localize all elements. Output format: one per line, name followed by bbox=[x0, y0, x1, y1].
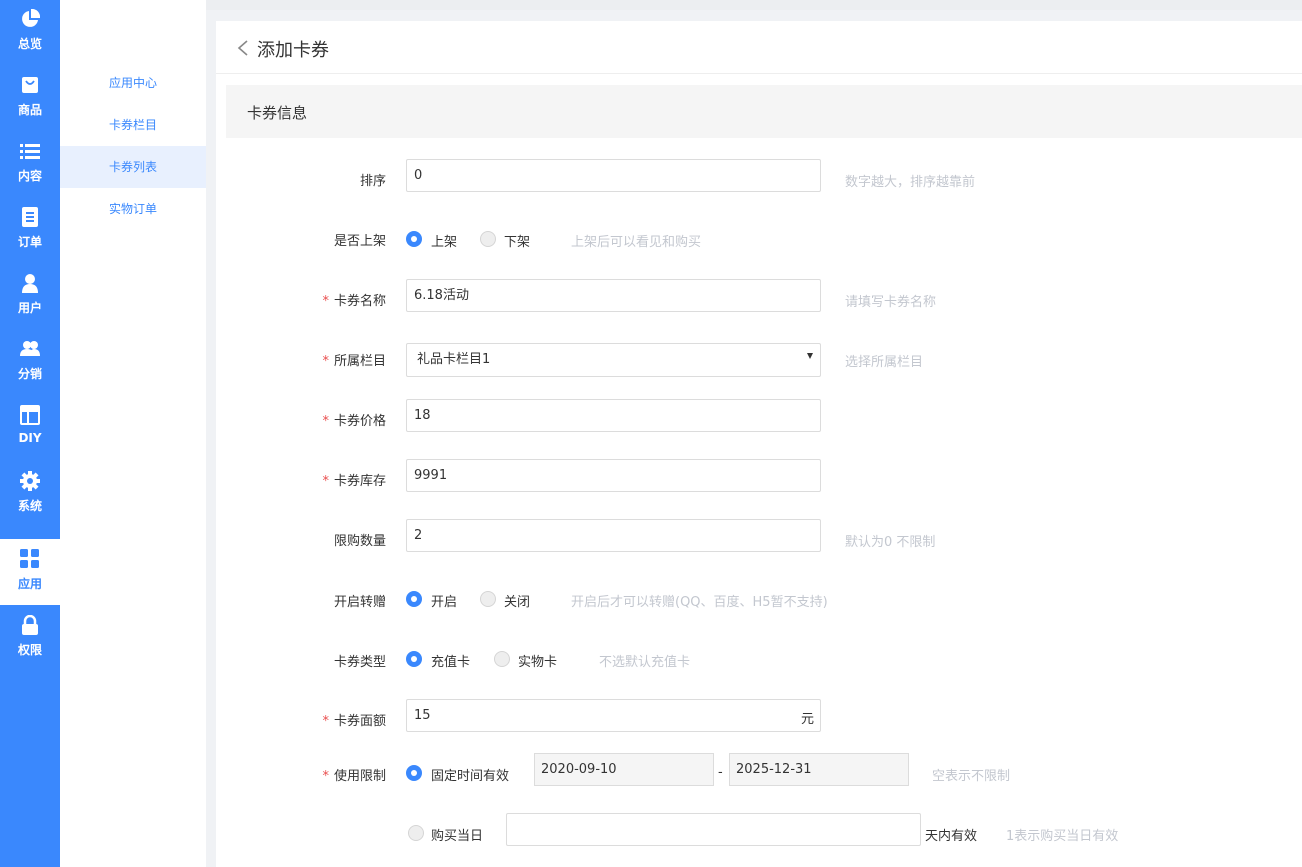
usage-label: * 使用限制 bbox=[322, 769, 386, 784]
face-value-input[interactable]: 15 bbox=[406, 699, 821, 732]
nav-item-users[interactable]: 用户 bbox=[0, 263, 60, 329]
face-value-label: * 卡券面额 bbox=[322, 714, 386, 729]
nav-label: 内容 bbox=[17, 169, 42, 183]
radio-usage-purchase-day[interactable] bbox=[408, 825, 424, 841]
radio-listed-off-label: 下架 bbox=[504, 235, 531, 250]
users-icon bbox=[20, 341, 40, 356]
nav-item-orders[interactable]: 订单 bbox=[0, 197, 60, 263]
name-label: * 卡券名称 bbox=[322, 294, 386, 309]
pie-chart-icon bbox=[22, 9, 40, 27]
radio-type-physical[interactable] bbox=[494, 651, 510, 667]
name-hint: 请填写卡券名称 bbox=[845, 295, 937, 310]
nav-label: 商品 bbox=[17, 103, 42, 117]
radio-usage-purchase-day-label: 购买当日 bbox=[431, 829, 484, 844]
radio-transfer-on-label: 开启 bbox=[431, 595, 458, 610]
nav-label: DIY bbox=[18, 431, 42, 445]
back-arrow-icon[interactable] bbox=[236, 40, 250, 56]
nav-label: 应用 bbox=[17, 577, 42, 591]
subnav-item-app-center[interactable]: 应用中心 bbox=[60, 62, 206, 104]
listed-label: 是否上架 bbox=[333, 234, 386, 249]
layout-icon bbox=[20, 405, 40, 425]
required-mark: * bbox=[322, 474, 329, 489]
list-icon bbox=[20, 144, 40, 159]
nav-label: 总览 bbox=[17, 37, 42, 51]
required-mark: * bbox=[322, 354, 329, 369]
required-mark: * bbox=[322, 714, 329, 729]
sort-hint: 数字越大，排序越靠前 bbox=[845, 175, 976, 190]
subnav-item-physical-orders[interactable]: 实物订单 bbox=[60, 188, 206, 230]
user-icon bbox=[22, 274, 38, 293]
section-header: 卡券信息 bbox=[226, 85, 1302, 138]
nav-item-system[interactable]: 系统 bbox=[0, 461, 60, 527]
stock-label: * 卡券库存 bbox=[322, 474, 386, 489]
required-mark: * bbox=[322, 294, 329, 309]
radio-type-recharge-label: 充值卡 bbox=[431, 655, 471, 670]
limit-input[interactable]: 2 bbox=[406, 519, 821, 552]
sort-input[interactable]: 0 bbox=[406, 159, 821, 192]
start-date-input[interactable]: 2020-09-10 bbox=[534, 753, 714, 786]
nav-item-permissions[interactable]: 权限 bbox=[0, 605, 60, 671]
lock-icon bbox=[22, 615, 38, 635]
end-date-input[interactable]: 2025-12-31 bbox=[729, 753, 909, 786]
nav-item-content[interactable]: 内容 bbox=[0, 131, 60, 197]
radio-transfer-on[interactable] bbox=[406, 591, 422, 607]
nav-label: 分销 bbox=[17, 367, 42, 381]
sort-label: 排序 bbox=[359, 174, 386, 189]
radio-listed-off[interactable] bbox=[480, 231, 496, 247]
main-panel: 添加卡券 卡券信息 bbox=[216, 21, 1302, 867]
subnav-item-card-category[interactable]: 卡券栏目 bbox=[60, 104, 206, 146]
radio-usage-fixed-label: 固定时间有效 bbox=[431, 769, 510, 784]
nav-label: 订单 bbox=[17, 235, 42, 249]
radio-type-physical-label: 实物卡 bbox=[518, 655, 558, 670]
transfer-hint: 开启后才可以转赠(QQ、百度、H5暂不支持) bbox=[571, 595, 828, 610]
subnav-item-card-list[interactable]: 卡券列表 bbox=[60, 146, 206, 188]
nav-item-goods[interactable]: 商品 bbox=[0, 65, 60, 131]
sub-nav: 应用中心 卡券栏目 卡券列表 实物订单 bbox=[60, 0, 206, 867]
radio-listed-on-label: 上架 bbox=[431, 235, 458, 250]
date-separator: - bbox=[718, 765, 723, 780]
radio-transfer-off[interactable] bbox=[480, 591, 496, 607]
page-header: 添加卡券 bbox=[216, 21, 1302, 74]
required-mark: * bbox=[322, 414, 329, 429]
transfer-label: 开启转赠 bbox=[333, 595, 386, 610]
category-label: * 所属栏目 bbox=[322, 354, 386, 369]
grid-icon bbox=[20, 549, 39, 568]
valid-days-suffix: 天内有效 bbox=[925, 829, 978, 844]
nav-item-apps[interactable]: 应用 bbox=[0, 539, 60, 605]
category-hint: 选择所属栏目 bbox=[845, 355, 924, 370]
price-input[interactable]: 18 bbox=[406, 399, 821, 432]
radio-usage-fixed[interactable] bbox=[406, 765, 422, 781]
chevron-down-icon bbox=[807, 353, 813, 359]
type-label: 卡券类型 bbox=[333, 655, 386, 670]
radio-transfer-off-label: 关闭 bbox=[504, 595, 531, 610]
gear-icon bbox=[20, 471, 40, 491]
stock-input[interactable]: 9991 bbox=[406, 459, 821, 492]
radio-type-recharge[interactable] bbox=[406, 651, 422, 667]
face-value-unit: 元 bbox=[801, 712, 815, 727]
section-title: 卡券信息 bbox=[247, 104, 308, 122]
price-label: * 卡券价格 bbox=[322, 414, 386, 429]
nav-label: 系统 bbox=[17, 499, 42, 513]
page-title: 添加卡券 bbox=[257, 40, 329, 61]
card-name-input[interactable]: 6.18活动 bbox=[406, 279, 821, 312]
listed-hint: 上架后可以看见和购买 bbox=[571, 235, 702, 250]
category-select[interactable]: 礼品卡栏目1 bbox=[406, 343, 821, 377]
radio-listed-on[interactable] bbox=[406, 231, 422, 247]
document-icon bbox=[22, 207, 38, 227]
usage-fixed-hint: 空表示不限制 bbox=[932, 769, 1011, 784]
nav-label: 用户 bbox=[17, 301, 42, 315]
nav-label: 权限 bbox=[17, 643, 42, 657]
usage-purchase-hint: 1表示购买当日有效 bbox=[1006, 829, 1119, 844]
type-hint: 不选默认充值卡 bbox=[599, 655, 691, 670]
shopping-bag-icon bbox=[22, 77, 38, 93]
required-mark: * bbox=[322, 769, 329, 784]
top-bar bbox=[206, 0, 1302, 10]
nav-item-overview[interactable]: 总览 bbox=[0, 0, 60, 65]
valid-days-input[interactable] bbox=[506, 813, 921, 846]
limit-label: 限购数量 bbox=[333, 534, 386, 549]
main-nav: 总览 商品 内容 订单 用户 分销 DIY 系统 应用 权限 bbox=[0, 0, 60, 867]
nav-item-distribution[interactable]: 分销 bbox=[0, 329, 60, 395]
nav-item-diy[interactable]: DIY bbox=[0, 395, 60, 461]
limit-hint: 默认为0 不限制 bbox=[845, 535, 936, 550]
